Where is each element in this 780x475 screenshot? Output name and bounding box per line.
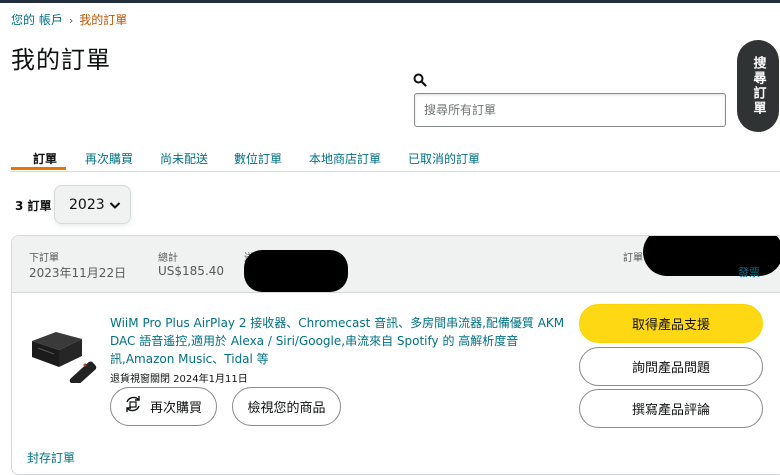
- ask-product-question-button[interactable]: 詢問產品問題: [579, 347, 763, 386]
- search-orders-button[interactable]: 搜尋訂單: [737, 40, 779, 132]
- archive-order-link[interactable]: 封存訂單: [27, 449, 75, 466]
- write-product-review-button[interactable]: 撰寫產品評論: [579, 389, 763, 428]
- order-card: 下訂單 2023年11月22日 總計 US$185.40 送貨到 訂單 發票 W…: [11, 235, 780, 475]
- product-title-link[interactable]: WiiM Pro Plus AirPlay 2 接收器、Chromecast 音…: [110, 314, 565, 368]
- product-image: [32, 332, 97, 383]
- buy-again-button[interactable]: 再次購買: [110, 387, 217, 426]
- breadcrumb-separator: ›: [68, 14, 74, 27]
- order-header: 下訂單 2023年11月22日 總計 US$185.40 送貨到 訂單 發票: [12, 236, 780, 293]
- buy-again-label: 再次購買: [149, 401, 202, 416]
- page-title: 我的訂單: [11, 46, 111, 74]
- tab-not-yet-shipped[interactable]: 尚未配送: [160, 150, 208, 167]
- order-placed-date: 2023年11月22日: [29, 266, 127, 280]
- order-total-label: 總計: [158, 253, 178, 264]
- breadcrumb-current: 我的訂單: [79, 13, 128, 27]
- return-window-text: 退貨視窗關閉 2024年1月11日: [110, 374, 248, 385]
- search-icon: [413, 73, 427, 87]
- search-orders-input[interactable]: [414, 93, 726, 127]
- year-filter-select[interactable]: 2023: [54, 185, 131, 224]
- order-tabs: 訂單 再次購買 尚未配送 數位訂單 本地商店訂單 已取消的訂單: [11, 147, 780, 172]
- redacted-recipient: [244, 250, 348, 292]
- view-item-button[interactable]: 檢視您的商品: [232, 387, 341, 426]
- invoice-link[interactable]: 發票: [738, 264, 760, 280]
- tab-orders[interactable]: 訂單: [33, 150, 57, 167]
- order-count: 3 訂單: [15, 199, 52, 213]
- tab-buy-again[interactable]: 再次購買: [85, 150, 133, 167]
- tab-cancelled-orders[interactable]: 已取消的訂單: [408, 150, 480, 167]
- tab-local-store-orders[interactable]: 本地商店訂單: [309, 150, 381, 167]
- year-filter-value: 2023: [69, 196, 105, 213]
- get-product-support-button[interactable]: 取得產品支援: [579, 304, 763, 343]
- tab-digital-orders[interactable]: 數位訂單: [234, 150, 282, 167]
- view-item-label: 檢視您的商品: [247, 401, 326, 416]
- top-bar: [0, 0, 780, 3]
- order-number-label: 訂單: [623, 253, 643, 264]
- breadcrumb-account-link[interactable]: 您的 帳戶: [11, 13, 63, 27]
- buy-again-icon: [126, 396, 140, 412]
- chevron-down-icon: [109, 202, 121, 209]
- order-placed-label: 下訂單: [29, 253, 59, 264]
- order-total-value: US$185.40: [158, 264, 225, 278]
- breadcrumb: 您的 帳戶 › 我的訂單: [11, 11, 127, 28]
- active-tab-indicator: [11, 167, 66, 170]
